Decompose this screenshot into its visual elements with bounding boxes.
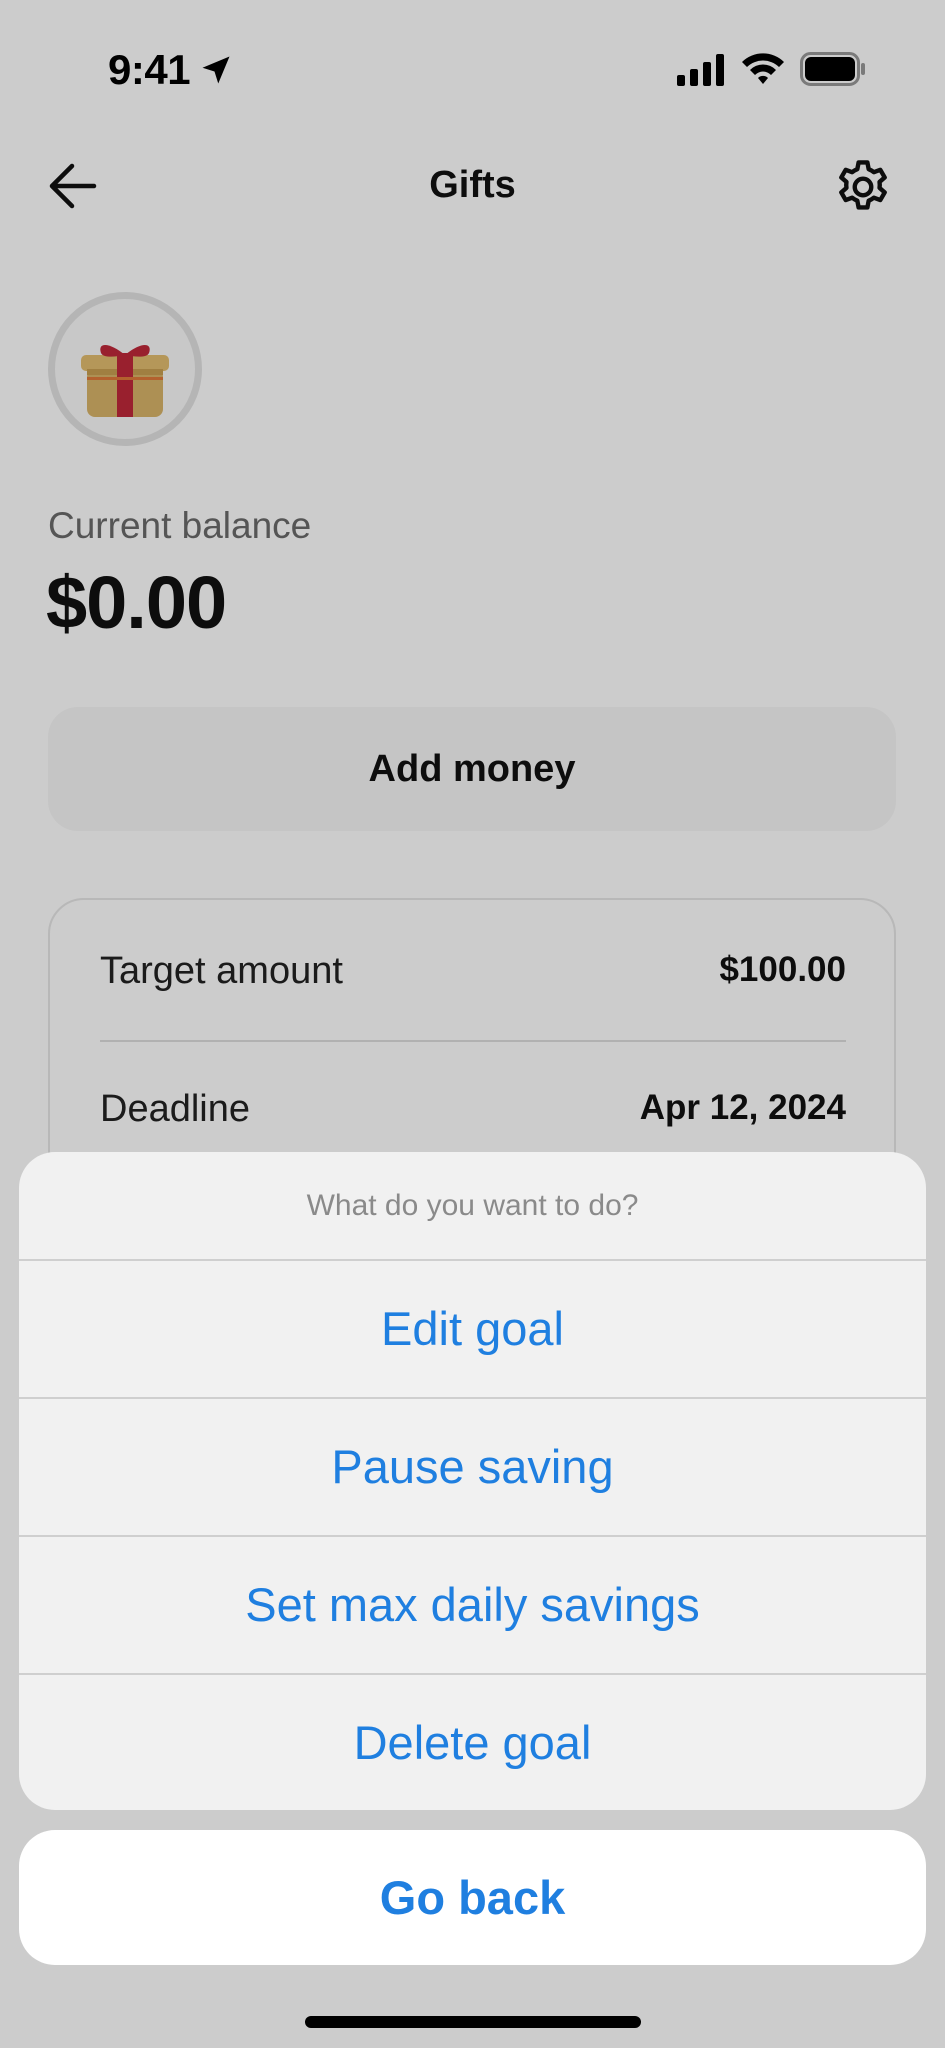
action-sheet: What do you want to do? Edit goal Pause … [19,1152,926,1810]
action-sheet-title: What do you want to do? [306,1188,639,1222]
edit-goal-button[interactable]: Edit goal [19,1259,926,1396]
go-back-button[interactable]: Go back [19,1830,926,1965]
home-indicator [305,2016,641,2028]
set-max-daily-savings-button[interactable]: Set max daily savings [19,1535,926,1672]
delete-goal-button[interactable]: Delete goal [19,1673,926,1810]
pause-saving-button[interactable]: Pause saving [19,1397,926,1534]
